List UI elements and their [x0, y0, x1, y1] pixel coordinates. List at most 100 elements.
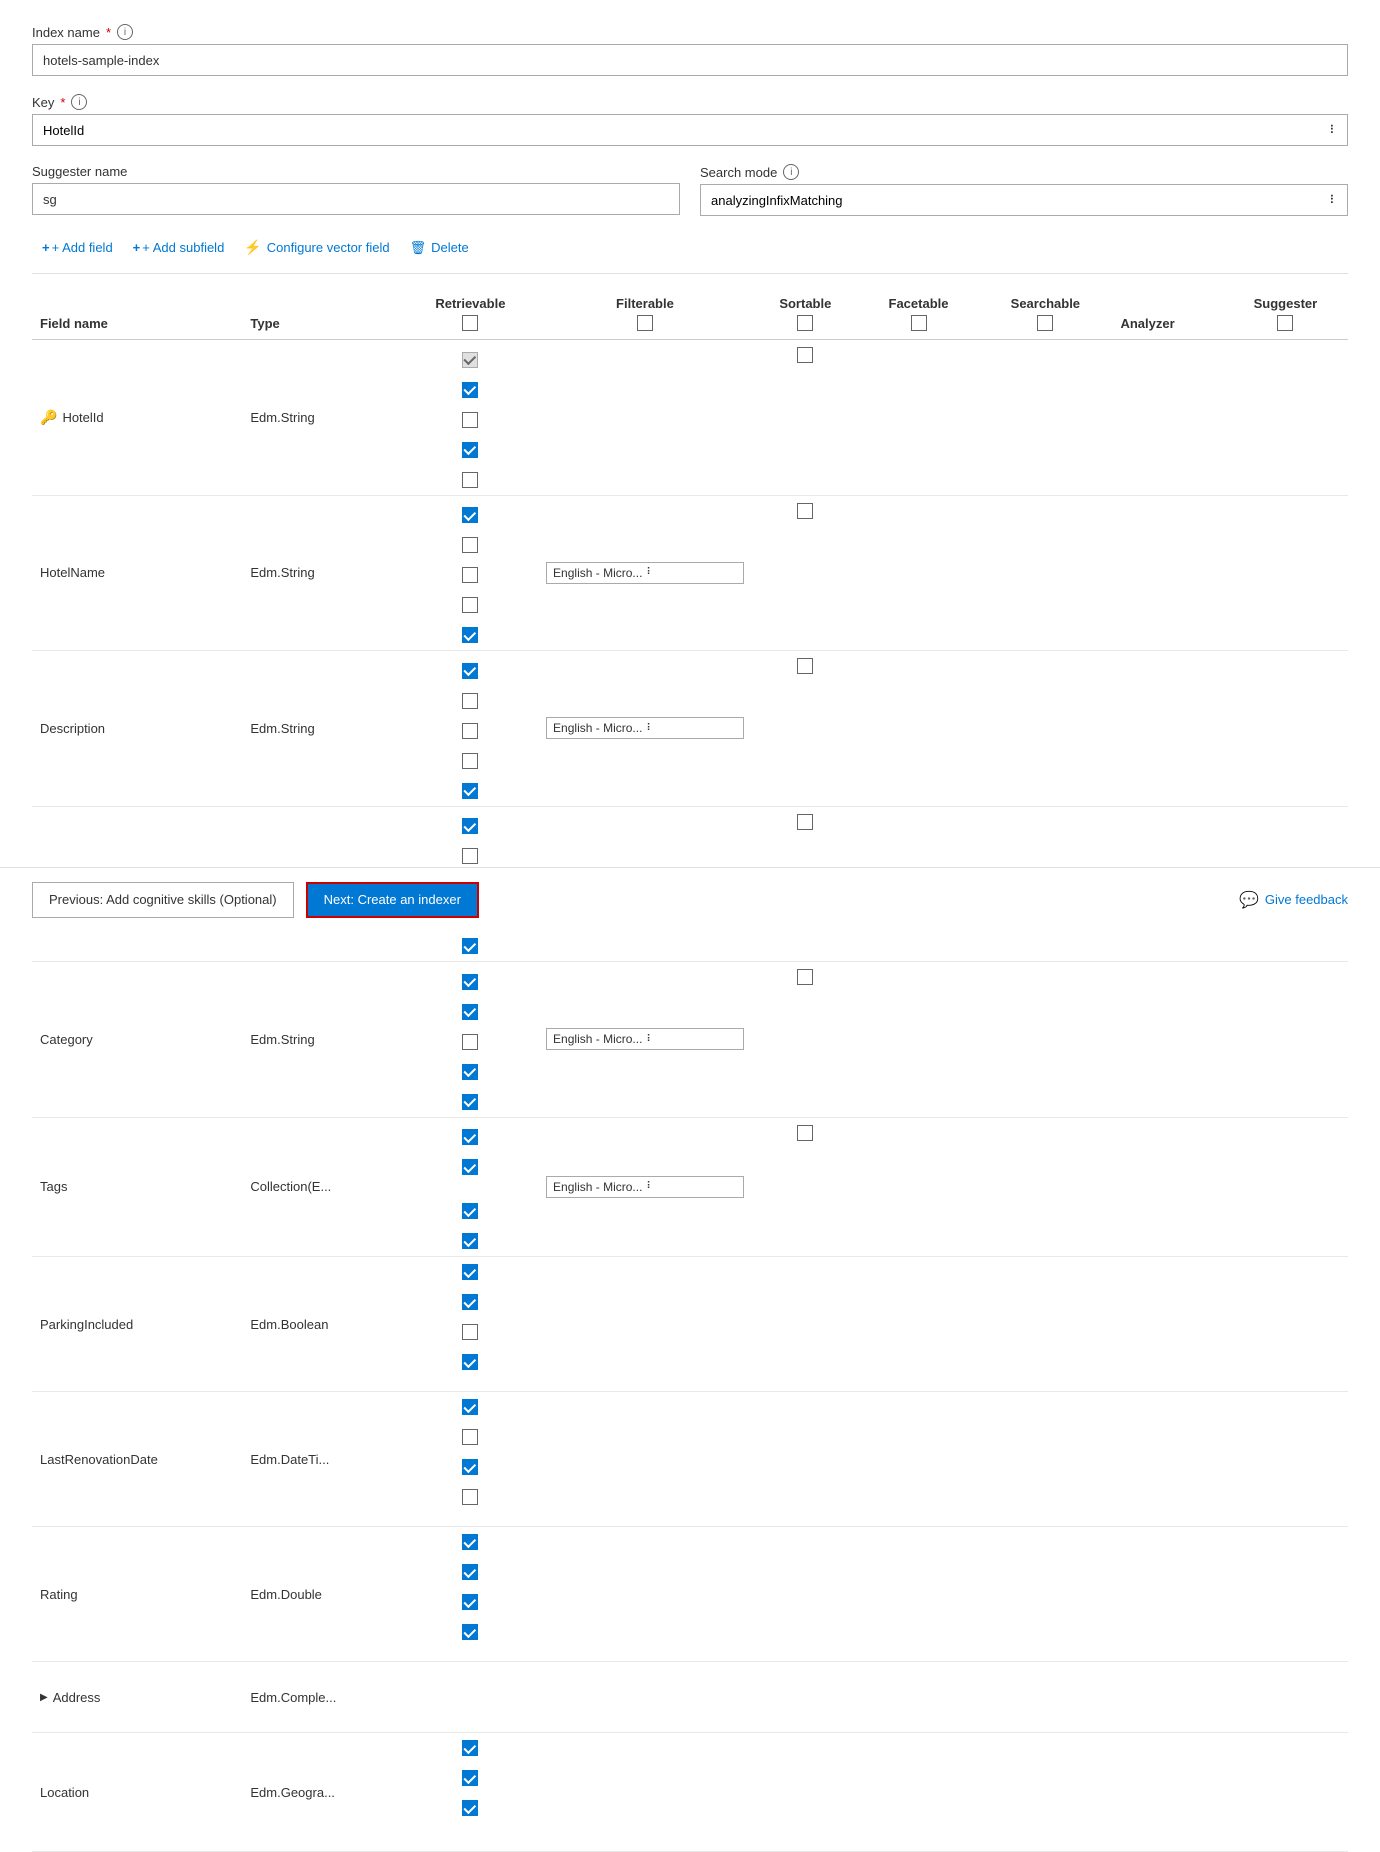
searchable-checkbox[interactable]	[462, 938, 478, 954]
suggester-cell	[752, 962, 859, 992]
sortable-checkbox[interactable]	[462, 567, 478, 583]
filterable-cell	[403, 1422, 538, 1452]
filterable-checkbox[interactable]	[462, 1564, 478, 1580]
facetable-checkbox[interactable]	[462, 1354, 478, 1370]
sortable-checkbox[interactable]	[462, 1324, 478, 1340]
suggester-name-input[interactable]	[32, 183, 680, 215]
filterable-cell	[403, 530, 538, 560]
facetable-checkbox[interactable]	[462, 1489, 478, 1505]
facetable-checkbox[interactable]	[462, 597, 478, 613]
field-name-cell: Tags	[32, 1117, 242, 1257]
filterable-checkbox[interactable]	[462, 1770, 478, 1786]
sortable-cell	[403, 1587, 538, 1617]
field-name-cell: LastRenovationDate	[32, 1392, 242, 1527]
searchable-checkbox[interactable]	[462, 1233, 478, 1249]
prev-button[interactable]: Previous: Add cognitive skills (Optional…	[32, 882, 294, 918]
expand-icon[interactable]: ▶	[40, 1692, 48, 1703]
retrievable-checkbox[interactable]	[462, 1740, 478, 1756]
configure-vector-button[interactable]: ⚡ Configure vector field	[234, 234, 399, 261]
header-sortable-checkbox[interactable]	[797, 315, 813, 331]
searchable-cell	[403, 776, 538, 806]
index-name-info-icon[interactable]: i	[117, 24, 133, 40]
type-cell: Edm.Comple...	[242, 1662, 402, 1733]
analyzer-select[interactable]: English - Micro... ⠇	[546, 1176, 744, 1198]
search-mode-info-icon[interactable]: i	[783, 164, 799, 180]
fields-table-container: Field name Type Retrievable Filterable	[32, 288, 1348, 1852]
table-row: ParkingIncluded Edm.Boolean	[32, 1257, 1348, 1392]
suggester-checkbox[interactable]	[797, 814, 813, 830]
filterable-checkbox[interactable]	[462, 382, 478, 398]
sortable-checkbox[interactable]	[462, 412, 478, 428]
filterable-checkbox[interactable]	[462, 1429, 478, 1445]
filterable-checkbox[interactable]	[462, 848, 478, 864]
add-subfield-button[interactable]: + + Add subfield	[123, 235, 235, 260]
th-sortable: Sortable	[752, 288, 859, 340]
give-feedback-link[interactable]: 💬 Give feedback	[1239, 890, 1348, 910]
key-select[interactable]: HotelId	[32, 114, 1348, 146]
sortable-checkbox[interactable]	[462, 1034, 478, 1050]
suggester-checkbox[interactable]	[797, 658, 813, 674]
searchable-checkbox[interactable]	[462, 783, 478, 799]
filterable-checkbox[interactable]	[462, 537, 478, 553]
search-mode-select[interactable]: analyzingInfixMatching	[700, 184, 1348, 216]
analyzer-cell	[538, 1527, 752, 1662]
sortable-cell	[403, 716, 538, 746]
retrievable-checkbox[interactable]	[462, 1264, 478, 1280]
searchable-checkbox[interactable]	[462, 627, 478, 643]
analyzer-select[interactable]: English - Micro... ⠇	[546, 562, 744, 584]
th-retrievable: Retrievable	[403, 288, 538, 340]
index-name-input[interactable]	[32, 44, 1348, 76]
table-row: 🔑 HotelId Edm.String	[32, 340, 1348, 496]
facetable-checkbox[interactable]	[462, 1624, 478, 1640]
header-searchable-checkbox[interactable]	[1037, 315, 1053, 331]
delete-button[interactable]: 🗑 Delete	[400, 235, 479, 261]
searchable-checkbox[interactable]	[462, 472, 478, 488]
suggester-checkbox[interactable]	[797, 1125, 813, 1141]
header-filterable-checkbox[interactable]	[637, 315, 653, 331]
analyzer-select[interactable]: English - Micro... ⠇	[546, 1028, 744, 1050]
retrievable-checkbox[interactable]	[462, 1399, 478, 1415]
filterable-checkbox[interactable]	[462, 693, 478, 709]
header-retrievable-checkbox[interactable]	[462, 315, 478, 331]
searchable-checkbox[interactable]	[462, 1094, 478, 1110]
facetable-checkbox[interactable]	[462, 753, 478, 769]
retrievable-checkbox[interactable]	[462, 1534, 478, 1550]
suggester-cell	[752, 1397, 859, 1411]
facetable-cell	[403, 1347, 538, 1377]
sortable-checkbox[interactable]	[462, 1800, 478, 1816]
next-button[interactable]: Next: Create an indexer	[306, 882, 479, 918]
facetable-checkbox[interactable]	[462, 442, 478, 458]
sortable-checkbox[interactable]	[462, 723, 478, 739]
suggester-checkbox[interactable]	[797, 969, 813, 985]
facetable-checkbox[interactable]	[462, 1203, 478, 1219]
retrievable-checkbox[interactable]	[462, 974, 478, 990]
key-info-icon[interactable]: i	[71, 94, 87, 110]
suggester-cell	[752, 1718, 859, 1732]
sortable-checkbox[interactable]	[462, 1594, 478, 1610]
filterable-cell	[403, 997, 538, 1027]
type-cell: Edm.Geogra...	[242, 1733, 402, 1852]
suggester-cell	[752, 1532, 859, 1546]
type-cell: Edm.String	[242, 340, 402, 496]
suggester-checkbox[interactable]	[797, 347, 813, 363]
sortable-checkbox[interactable]	[462, 1459, 478, 1475]
filterable-checkbox[interactable]	[462, 1294, 478, 1310]
add-field-button[interactable]: + + Add field	[32, 235, 123, 260]
type-cell: Edm.DateTi...	[242, 1392, 402, 1527]
analyzer-chevron-icon: ⠇	[646, 1034, 653, 1045]
retrievable-checkbox[interactable]	[462, 507, 478, 523]
filterable-checkbox[interactable]	[462, 1159, 478, 1175]
retrievable-checkbox[interactable]	[462, 663, 478, 679]
header-facetable-checkbox[interactable]	[911, 315, 927, 331]
filterable-checkbox[interactable]	[462, 1004, 478, 1020]
analyzer-chevron-icon: ⠇	[646, 1181, 653, 1192]
facetable-checkbox[interactable]	[462, 1064, 478, 1080]
retrievable-checkbox[interactable]	[462, 1129, 478, 1145]
retrievable-checkbox[interactable]	[462, 818, 478, 834]
facetable-cell	[403, 1823, 538, 1837]
type-cell: Edm.Boolean	[242, 1257, 402, 1392]
header-suggester-checkbox[interactable]	[1277, 315, 1293, 331]
analyzer-select[interactable]: English - Micro... ⠇	[546, 717, 744, 739]
retrievable-cell	[403, 500, 538, 530]
suggester-checkbox[interactable]	[797, 503, 813, 519]
